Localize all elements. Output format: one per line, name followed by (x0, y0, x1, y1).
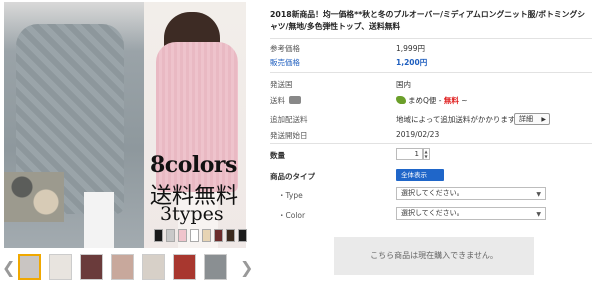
product-title: 2018新商品！均一価格**秋と冬のプルオーバー/ミディアムロングニット服/ボト… (270, 10, 586, 31)
ship-start-date: 2019/02/23 (396, 130, 440, 139)
origin-label: 発送国 (270, 80, 293, 89)
color-swatches (154, 229, 247, 242)
origin-value: 国内 (396, 80, 411, 89)
color-swatch (178, 229, 187, 242)
chevron-left-icon[interactable]: ❮ (2, 258, 15, 277)
quantity-label: 数量 (270, 151, 285, 160)
product-thumbnail[interactable] (111, 254, 134, 280)
show-all-button[interactable]: 全体表示 (396, 169, 444, 181)
promo-types-text: 3types (160, 203, 224, 225)
truck-icon (289, 96, 301, 104)
color-swatch (154, 229, 163, 242)
color-swatch (226, 229, 235, 242)
free-shipping-text: 無料 (443, 96, 459, 105)
ref-price-value: 1,999円 (396, 44, 425, 53)
product-thumbnail[interactable] (80, 254, 103, 280)
thumbnail-strip: ❮ ❯ (2, 254, 253, 280)
unavailable-notice: こちら商品は現在購入できません。 (334, 237, 534, 275)
color-swatch (190, 229, 199, 242)
product-type-label: 商品のタイプ (270, 172, 315, 181)
divider (270, 143, 592, 144)
product-thumbnail[interactable] (142, 254, 165, 280)
extra-fee-value: 地域によって追加送料がかかります。 (396, 115, 523, 124)
shipping-fee-value: まめQ便 - 無料 ~ (396, 95, 468, 106)
color-swatch (202, 229, 211, 242)
product-thumbnail[interactable] (49, 254, 72, 280)
grey-sweater-photo (4, 2, 144, 248)
product-thumbnail[interactable] (18, 254, 41, 280)
divider (270, 38, 592, 39)
divider (270, 72, 592, 73)
product-gallery: 8colors 送料無料 3types ❮ ❯ (0, 0, 258, 285)
product-thumbnail[interactable] (204, 254, 227, 280)
ship-start-label: 発送開始日 (270, 131, 308, 140)
color-swatch (166, 229, 175, 242)
chevron-right-icon[interactable]: ❯ (240, 258, 253, 277)
type-select[interactable]: 選択してください。 ▼ (396, 187, 546, 200)
product-thumbnail[interactable] (173, 254, 196, 280)
type-option-label: ・Type (278, 191, 303, 200)
chevron-down-icon: ▼ (536, 191, 541, 198)
mameq-logo-icon (396, 96, 406, 104)
sale-price-label: 販売価格 (270, 58, 300, 67)
quantity-stepper[interactable]: ▲ ▼ (422, 148, 430, 160)
color-swatch (238, 229, 247, 242)
promo-colors-text: 8colors (150, 152, 237, 178)
extra-fee-label: 追加配送料 (270, 115, 308, 124)
color-option-label: ・Color (278, 211, 306, 220)
shipping-detail-button[interactable]: 詳細 ▶ (514, 113, 550, 125)
ref-price-label: 参考価格 (270, 44, 300, 53)
caret-right-icon: ▶ (541, 116, 546, 123)
sale-price-value: 1,200円 (396, 58, 428, 67)
color-swatch (214, 229, 223, 242)
color-select[interactable]: 選択してください。 ▼ (396, 207, 546, 220)
shipping-fee-label: 送料 (270, 95, 301, 106)
chevron-down-icon: ▼ (536, 211, 541, 218)
quantity-input[interactable]: 1 (396, 148, 424, 160)
